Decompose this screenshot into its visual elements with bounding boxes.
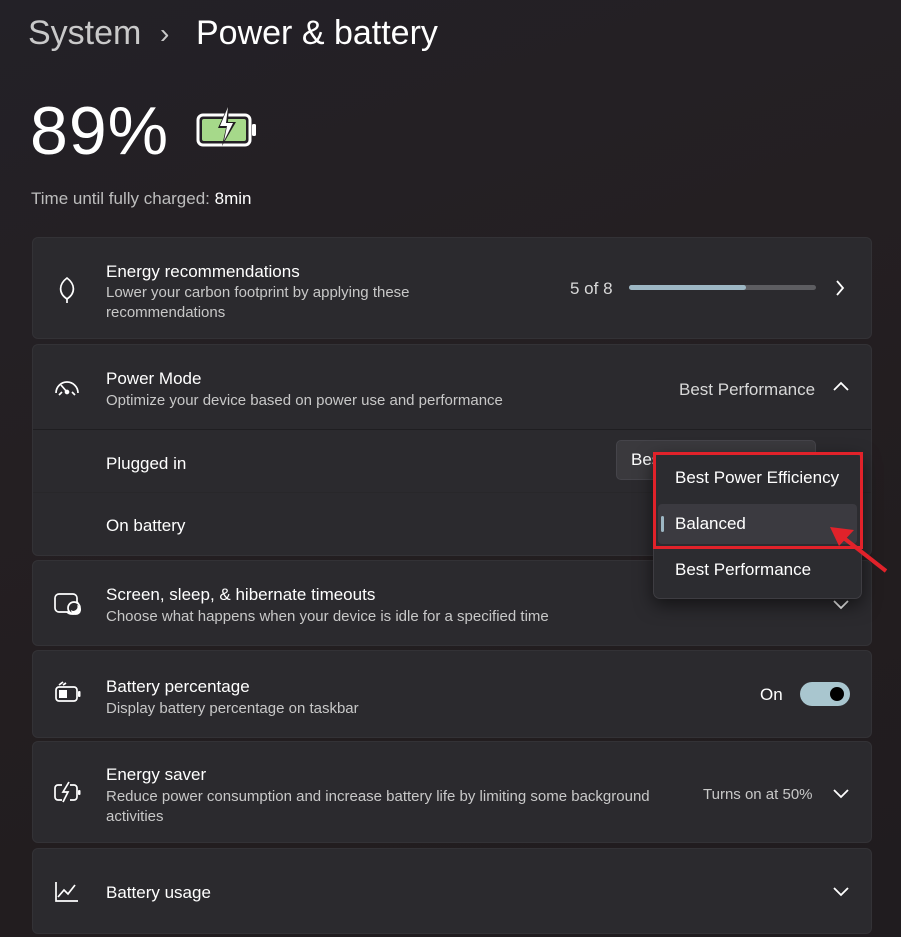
energy-saver-status: Turns on at 50% (703, 786, 813, 803)
power-mode-value: Best Performance (679, 380, 816, 399)
screen-sleep-desc: Choose what happens when your device is … (106, 608, 549, 625)
energy-saver-card[interactable]: Energy saver Reduce power consumption an… (32, 741, 872, 843)
battery-percentage-card: Battery percentage Display battery perce… (32, 650, 872, 738)
battery-usage-title: Battery usage (106, 883, 211, 902)
leaf-icon (53, 276, 81, 309)
charge-time-label: Time until fully charged: (31, 189, 210, 208)
screen-sleep-icon (53, 591, 81, 622)
energy-saver-title: Energy saver (106, 765, 207, 784)
toggle-state-label: On (760, 685, 783, 704)
energy-saver-desc: Reduce power consumption and increase ba… (106, 788, 650, 825)
battery-percentage-icon (53, 681, 83, 710)
chevron-right-icon[interactable] (832, 278, 848, 303)
speedometer-icon (53, 375, 81, 404)
breadcrumb-parent[interactable]: System (28, 14, 141, 53)
screen-sleep-title: Screen, sleep, & hibernate timeouts (106, 585, 376, 604)
battery-usage-card[interactable]: Battery usage (32, 848, 872, 934)
recommendations-count: 5 of 8 (570, 279, 613, 298)
battery-percent: 89% (30, 93, 170, 169)
breadcrumb-separator: › (160, 18, 170, 49)
menu-item-label: Best Performance (675, 560, 812, 579)
energy-recommendations-title: Energy recommendations (106, 262, 300, 281)
power-mode-title: Power Mode (106, 369, 202, 388)
energy-saver-icon (53, 780, 83, 809)
chevron-down-icon[interactable] (832, 786, 850, 805)
plugged-in-label: Plugged in (106, 454, 187, 473)
battery-percentage-title: Battery percentage (106, 677, 250, 696)
page-title: Power & battery (196, 14, 438, 52)
divider (33, 429, 871, 430)
recommendations-progress-bar (629, 285, 816, 290)
annotation-arrow-icon (826, 521, 888, 578)
battery-charging-icon (196, 104, 258, 153)
energy-recommendations-card[interactable]: Energy recommendations Lower your carbon… (32, 237, 872, 339)
charge-time-value: 8min (214, 189, 252, 208)
chevron-down-icon[interactable] (832, 884, 850, 903)
energy-recommendations-desc: Lower your carbon footprint by applying … (106, 284, 410, 321)
battery-percentage-toggle[interactable] (800, 682, 850, 706)
power-mode-desc: Optimize your device based on power use … (106, 392, 503, 409)
on-battery-label: On battery (106, 516, 186, 535)
recommendations-progress-fill (629, 285, 746, 290)
chart-icon (53, 880, 81, 909)
chevron-down-icon[interactable] (832, 597, 850, 616)
charge-time: Time until fully charged: 8min (31, 189, 251, 209)
toggle-knob (830, 687, 844, 701)
chevron-up-icon[interactable] (832, 379, 850, 398)
battery-percentage-desc: Display battery percentage on taskbar (106, 700, 359, 717)
